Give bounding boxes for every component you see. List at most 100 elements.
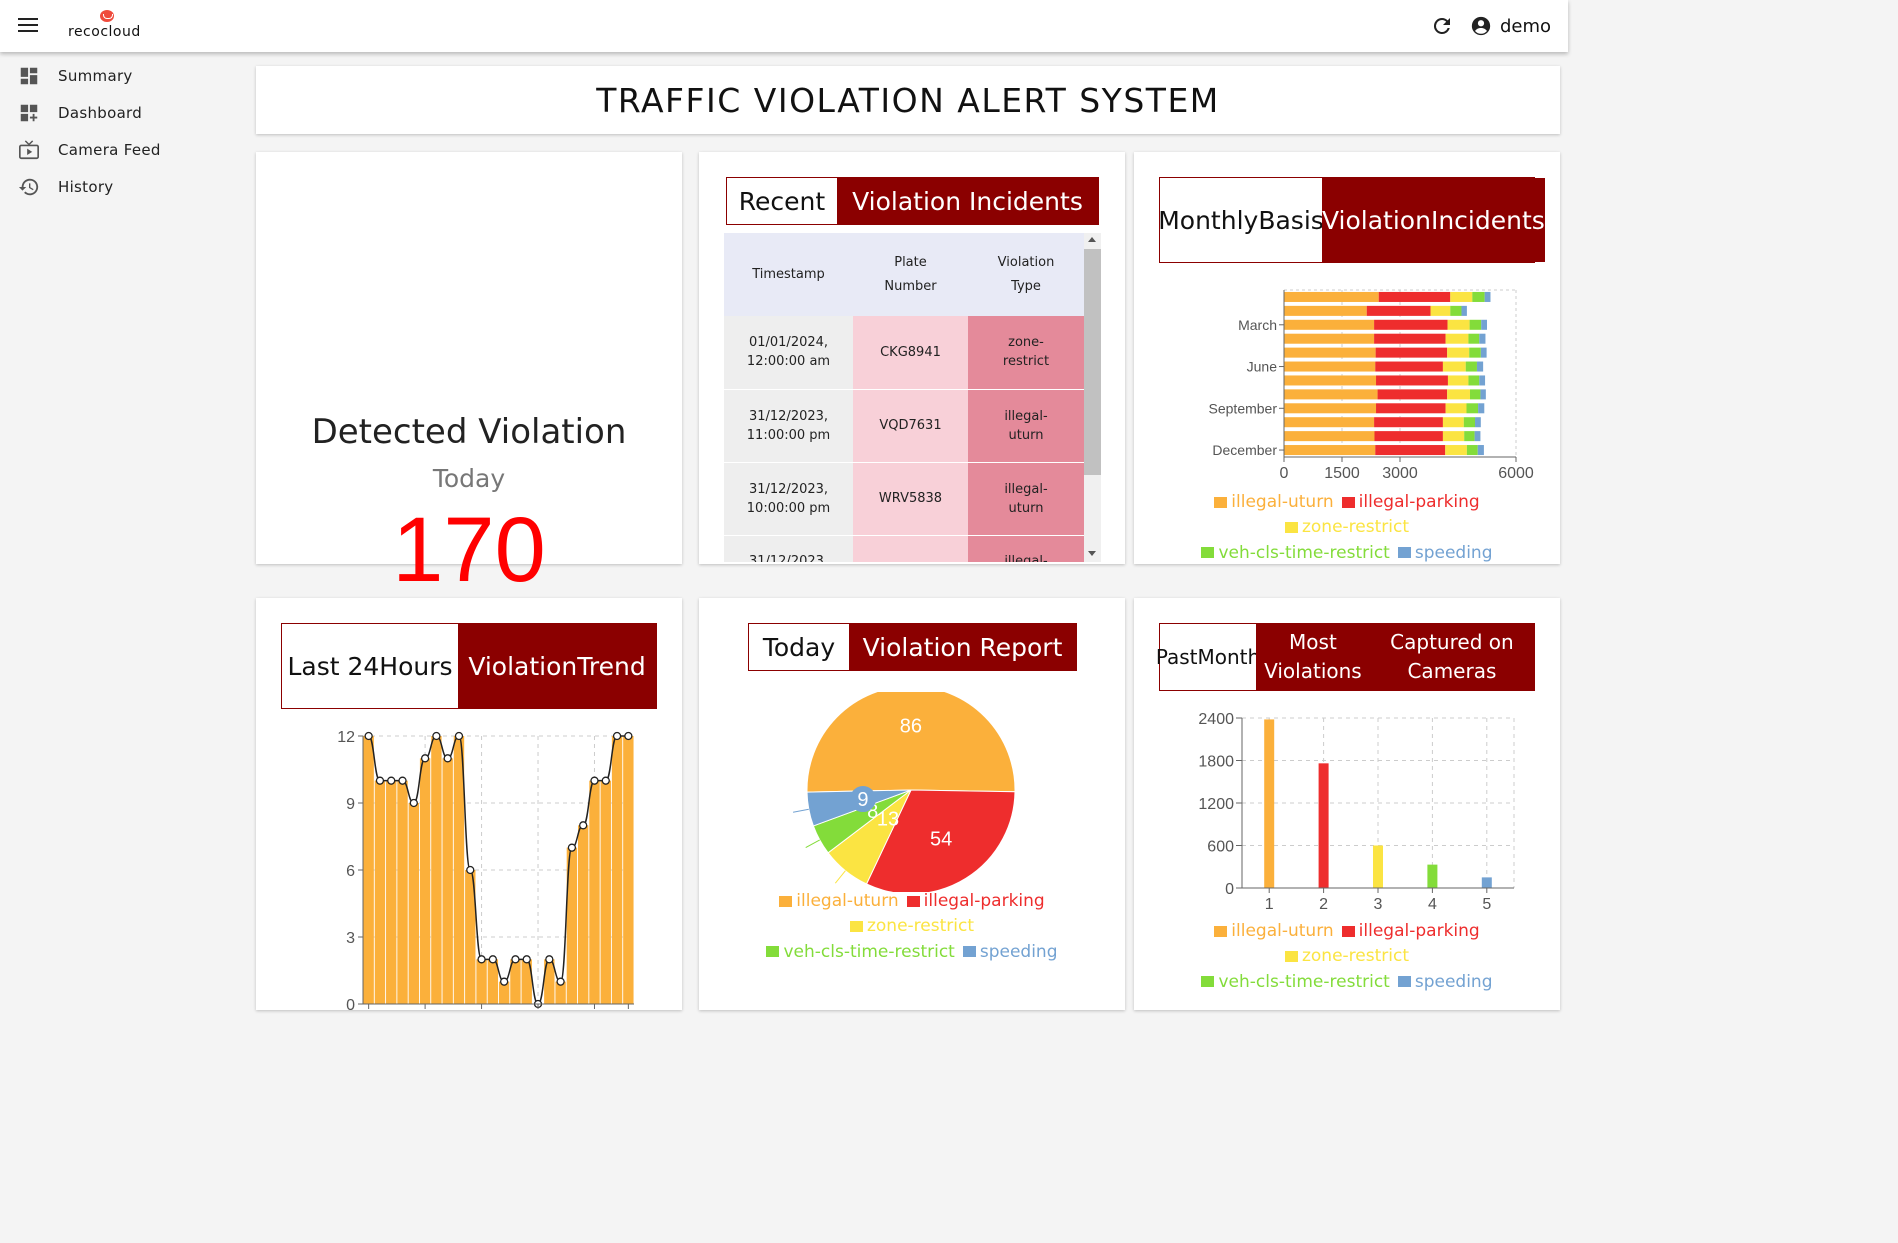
column-header-type[interactable]: Violation Type — [968, 233, 1084, 316]
legend-item[interactable]: speeding — [962, 940, 1058, 965]
page-title-card: TRAFFIC VIOLATION ALERT SYSTEM — [256, 66, 1560, 134]
table-scrollbar[interactable] — [1084, 233, 1101, 562]
y-tick-label: September — [1209, 400, 1278, 416]
pie-leader-line — [805, 839, 820, 849]
timestamp-cell: 31/12/2023, 10:00:00 pm — [724, 462, 853, 536]
legend-swatch — [1397, 976, 1411, 988]
timestamp-cell: 31/12/2023, — [724, 535, 853, 562]
account-circle-icon — [1471, 16, 1491, 36]
legend-swatch — [962, 946, 976, 958]
trend-point — [488, 955, 498, 964]
bar-segment — [1284, 347, 1376, 358]
bar-segment — [1376, 375, 1448, 386]
legend-label: illegal-parking — [1358, 492, 1480, 512]
detected-violation-card: Detected Violation Today 170 — [256, 152, 682, 601]
bar-segment — [1284, 445, 1376, 456]
y-tick-label: 3 — [346, 930, 355, 947]
bar-segment — [1466, 403, 1479, 414]
pie-leader-line — [834, 870, 846, 884]
legend-item[interactable]: veh-cls-time-restrict — [1201, 970, 1390, 995]
recent-header-left: Recent — [727, 178, 837, 224]
trend-point — [409, 798, 418, 808]
legend-item[interactable]: illegal-uturn — [1214, 490, 1334, 515]
monthly-header-right: Violation Incidents — [1322, 178, 1545, 262]
bar-segment — [1475, 417, 1481, 428]
scroll-up-icon[interactable] — [1088, 237, 1096, 242]
live-tv-icon — [19, 139, 39, 159]
refresh-icon[interactable] — [1430, 14, 1454, 38]
menu-icon[interactable] — [18, 16, 40, 34]
legend-row: veh-cls-time-restrict speeding — [1134, 970, 1560, 995]
column-header-timestamp[interactable]: Timestamp — [724, 233, 853, 316]
legend-item[interactable]: speeding — [1397, 970, 1493, 995]
scrollbar-thumb[interactable] — [1084, 249, 1101, 475]
trend-point — [364, 731, 373, 741]
x-tick-label: 1500 — [1324, 465, 1360, 482]
bar-segment — [1469, 389, 1481, 400]
table-row[interactable]: 31/12/2023, 10:00:00 pm WRV5838 illegal-u… — [724, 462, 1084, 536]
trend-point — [443, 754, 452, 763]
trend-header-right: Violation Trend — [458, 624, 656, 708]
pie-leader-line — [792, 808, 809, 813]
legend-item[interactable]: zone-restrict — [849, 914, 974, 939]
legend-label: speeding — [1414, 542, 1493, 563]
violation-type-cell: illegal-uturn — [968, 462, 1084, 536]
x-tick-label: 6000 — [1498, 465, 1534, 482]
bar-segment — [1465, 361, 1477, 372]
legend-item[interactable]: illegal-parking — [906, 889, 1045, 914]
bar-segment — [1480, 347, 1487, 358]
x-tick-label: 4 — [1428, 896, 1437, 913]
table-row[interactable]: 31/12/2023, 11:00:00 pm VQD7631 illegal-u… — [724, 389, 1084, 463]
legend-row: zone-restrict — [1134, 515, 1560, 540]
y-tick-label: March — [1238, 317, 1277, 333]
legend-item[interactable]: illegal-parking — [1341, 919, 1480, 944]
camera-bar — [1264, 719, 1275, 888]
bar-segment — [1442, 417, 1464, 428]
monthly-stacked-bar-chart: 0 1500 3000 6000 March June September December — [1209, 289, 1534, 482]
legend-item[interactable]: illegal-uturn — [1214, 919, 1334, 944]
sidebar-item-dashboard[interactable]: Dashboard — [0, 94, 240, 131]
x-tick-label: 3 — [1374, 896, 1383, 913]
legend-row: zone-restrict — [1134, 944, 1560, 969]
bar-segment — [1442, 431, 1465, 442]
camera-legend: illegal-uturn illegal-parking zone-restric… — [1134, 919, 1560, 995]
trend-point — [522, 955, 531, 964]
legend-swatch — [766, 946, 780, 958]
bar-segment — [1430, 305, 1451, 316]
sidebar-item-history[interactable]: History — [0, 168, 240, 205]
legend-item[interactable]: zone-restrict — [1284, 944, 1409, 969]
trend-bar — [397, 780, 408, 1004]
user-menu[interactable]: demo — [1470, 12, 1551, 40]
legend-label: veh-cls-time-restrict — [1218, 971, 1390, 992]
trend-point — [579, 821, 588, 830]
table-row[interactable]: 31/12/2023, illegal- — [724, 535, 1084, 562]
sidebar-item-camera-feed[interactable]: Camera Feed — [0, 131, 240, 168]
legend-item[interactable]: zone-restrict — [1284, 515, 1409, 540]
legend-row: zone-restrict — [740, 914, 1084, 939]
table-row[interactable]: 01/01/2024, 12:00:00 am CKG8941 zone-rest… — [724, 316, 1084, 390]
bar-segment — [1284, 291, 1379, 302]
sidebar-item-summary[interactable]: Summary — [0, 57, 240, 94]
table-header-row: Timestamp Plate Number Violation Type — [724, 233, 1084, 316]
trend-point — [511, 955, 520, 964]
history-icon — [18, 178, 39, 195]
bar-segment — [1450, 291, 1473, 302]
bar-segment — [1479, 333, 1486, 344]
column-header-plate[interactable]: Plate Number — [853, 233, 968, 316]
today-header: Today Violation Report — [748, 623, 1077, 671]
trend-point — [499, 977, 509, 986]
legend-item[interactable]: veh-cls-time-restrict — [766, 940, 955, 965]
legend-item[interactable]: illegal-uturn — [779, 889, 899, 914]
y-tick-label: 0 — [346, 997, 355, 1012]
legend-item[interactable]: veh-cls-time-restrict — [1201, 541, 1390, 566]
scroll-down-icon[interactable] — [1088, 551, 1096, 556]
legend-item[interactable]: illegal-parking — [1341, 490, 1480, 515]
violation-type-cell: zone-restrict — [968, 316, 1084, 390]
bar-segment — [1284, 431, 1375, 442]
incidents-table[interactable]: Timestamp Plate Number Violation Type 01… — [724, 233, 1084, 562]
trend-point — [612, 731, 622, 741]
bar-segment — [1472, 291, 1485, 302]
sidebar-item-label: Summary — [58, 66, 133, 85]
logo[interactable]: recocloud — [66, 10, 148, 44]
legend-item[interactable]: speeding — [1397, 541, 1493, 566]
